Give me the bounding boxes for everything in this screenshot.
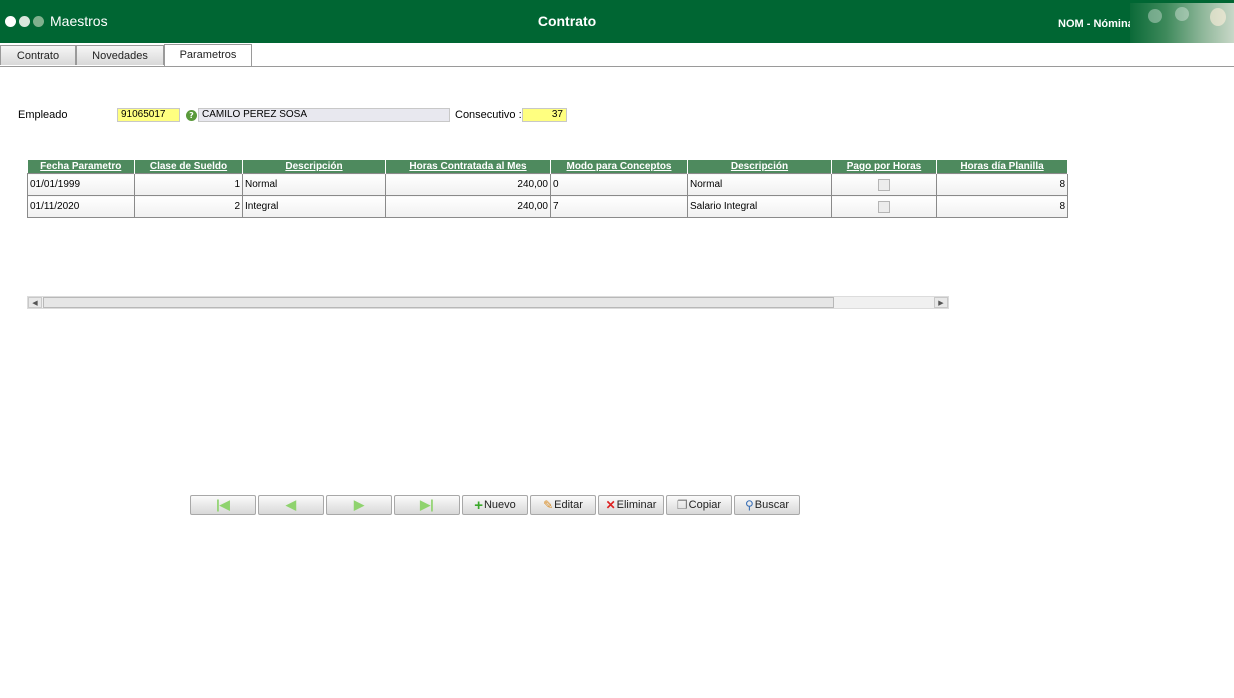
plus-icon: + [474,496,483,514]
column-header[interactable]: Clase de Sueldo [134,160,243,174]
first-icon: |◀ [216,497,230,512]
editar-label: Editar [554,499,583,511]
app-header: Maestros Contrato NOM - Nómina [0,0,1234,43]
column-header[interactable]: Fecha Parametro [27,160,135,174]
cell-fecha: 01/11/2020 [27,195,135,218]
editar-button[interactable]: ✎ Editar [530,495,596,515]
first-record-button[interactable]: |◀ [190,495,256,515]
parametros-grid: Fecha Parametro Clase de Sueldo Descripc… [27,160,1068,218]
column-header[interactable]: Pago por Horas [831,160,937,174]
eliminar-button[interactable]: ✕ Eliminar [598,495,664,515]
cell-pago-horas [831,173,937,196]
next-record-button[interactable]: ▶ [326,495,392,515]
cell-fecha: 01/01/1999 [27,173,135,196]
pencil-icon: ✎ [543,498,554,512]
consecutivo-label: Consecutivo : [455,109,522,121]
scroll-right-icon[interactable]: ▶ [934,297,948,308]
module-label: NOM - Nómina [1058,18,1134,30]
column-header[interactable]: Horas Contratada al Mes [385,160,551,174]
empleado-name-field: CAMILO PEREZ SOSA [198,108,450,122]
pago-horas-checkbox[interactable] [878,178,890,191]
search-icon: ⚲ [744,498,754,512]
eliminar-label: Eliminar [616,499,657,511]
previous-record-button[interactable]: ◀ [258,495,324,515]
empleado-label: Empleado [18,109,68,121]
nuevo-button[interactable]: + Nuevo [462,495,528,515]
copiar-label: Copiar [688,499,722,511]
page-title: Contrato [537,13,597,29]
cell-clase: 1 [134,173,243,196]
buscar-button[interactable]: ⚲ Buscar [734,495,800,515]
cell-pago-horas [831,195,937,218]
cell-horas-dia: 8 [936,173,1068,196]
pago-horas-checkbox[interactable] [878,200,890,213]
cell-descripcion: Integral [242,195,386,218]
delete-icon: ✕ [605,498,616,512]
arrow-right-icon: ▶ [354,497,364,512]
cell-clase: 2 [134,195,243,218]
grid-header-row: Fecha Parametro Clase de Sueldo Descripc… [27,160,1068,174]
scrollbar-thumb[interactable] [43,297,834,308]
cell-descripcion2: Normal [687,173,832,196]
column-header[interactable]: Horas día Planilla [936,160,1068,174]
cell-descripcion2: Salario Integral [687,195,832,218]
table-row[interactable]: 01/01/1999 1 Normal 240,00 0 Normal 8 [27,173,1068,196]
last-icon: ▶| [420,497,434,512]
header-banner-image [1130,3,1234,43]
last-record-button[interactable]: ▶| [394,495,460,515]
buscar-label: Buscar [754,499,790,511]
cell-horas-dia: 8 [936,195,1068,218]
column-header[interactable]: Descripción [242,160,386,174]
column-header[interactable]: Modo para Conceptos [550,160,688,174]
tab-contrato[interactable]: Contrato [0,45,76,65]
lookup-icon[interactable]: ? [186,110,197,121]
consecutivo-field[interactable]: 37 [522,108,567,122]
arrow-left-icon: ◀ [286,497,296,512]
cell-horas-mes: 240,00 [385,195,551,218]
tab-bar: Contrato Novedades Parametros [0,43,1234,67]
cell-horas-mes: 240,00 [385,173,551,196]
copiar-button[interactable]: ❐ Copiar [666,495,732,515]
cell-modo: 7 [550,195,688,218]
cell-modo: 0 [550,173,688,196]
copy-icon: ❐ [676,498,688,512]
table-row[interactable]: 01/11/2020 2 Integral 240,00 7 Salario I… [27,195,1068,218]
scroll-left-icon[interactable]: ◀ [28,297,42,308]
tab-novedades[interactable]: Novedades [76,45,164,65]
nuevo-label: Nuevo [483,499,516,511]
column-header[interactable]: Descripción [687,160,832,174]
horizontal-scrollbar[interactable]: ◀ ▶ [27,296,949,309]
empleado-code-field[interactable]: 91065017 [117,108,180,122]
tab-parametros[interactable]: Parametros [164,44,252,66]
cell-descripcion: Normal [242,173,386,196]
